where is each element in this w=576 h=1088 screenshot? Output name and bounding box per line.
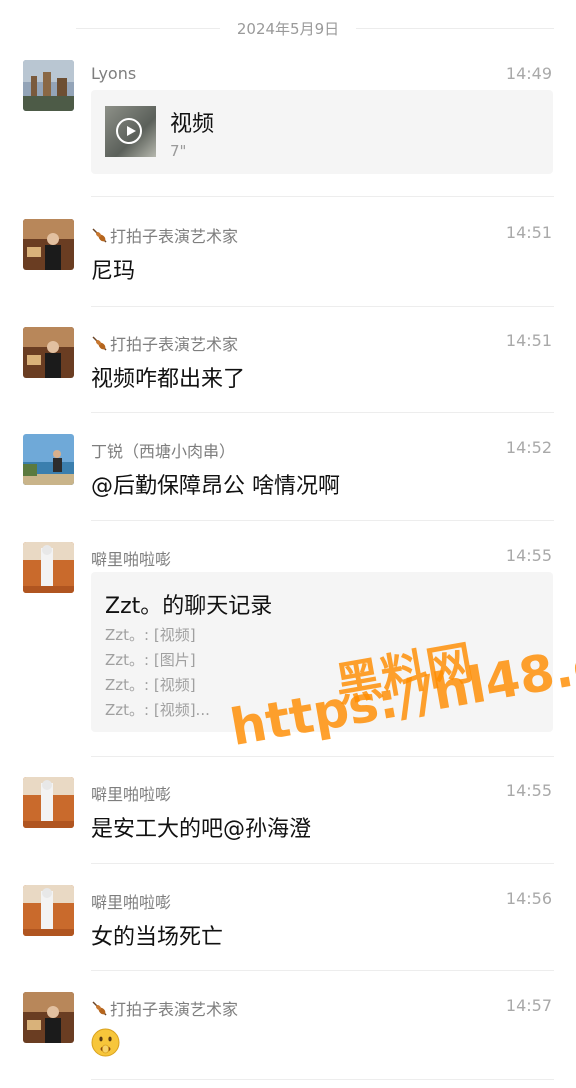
video-thumbnail [105, 106, 156, 157]
play-icon [116, 118, 142, 144]
date-separator-text: 2024年5月9日 [236, 20, 340, 38]
message-divider [91, 306, 554, 307]
chat-record-line: Zzt。: [图片] [105, 651, 196, 669]
avatar-image-conductor [23, 219, 74, 270]
avatar-image-beach [23, 434, 74, 485]
video-duration: 7" [170, 142, 187, 160]
avatar-image-fencer [23, 777, 74, 828]
avatar[interactable] [23, 327, 74, 378]
avatar-image-lyons [23, 60, 74, 111]
message-divider [91, 196, 554, 197]
avatar-image-fencer [23, 542, 74, 593]
sender-name: Lyons [91, 64, 137, 83]
avatar[interactable] [23, 992, 74, 1043]
sender-name: 打拍子表演艺术家 [91, 331, 238, 355]
message-text: 女的当场死亡 [91, 925, 224, 950]
avatar[interactable] [23, 219, 74, 270]
message-time: 14:55 [505, 546, 552, 565]
message-time: 14:52 [505, 438, 552, 457]
message-divider [91, 970, 554, 971]
message-time: 14:49 [505, 64, 552, 83]
message-divider [91, 412, 554, 413]
avatar-image-conductor [23, 992, 74, 1043]
message-text: @后勤保障昂公 啥情况啊 [91, 474, 340, 499]
message-time: 14:55 [505, 781, 552, 800]
date-separator-line-right [356, 28, 554, 29]
message-divider [91, 863, 554, 864]
avatar[interactable] [23, 542, 74, 593]
avatar[interactable] [23, 434, 74, 485]
avatar[interactable] [23, 60, 74, 111]
video-message-card[interactable]: 视频 7" [91, 90, 553, 174]
date-separator: 2024年5月9日 [0, 14, 576, 42]
message-time: 14:56 [505, 889, 552, 908]
sender-name: 打拍子表演艺术家 [91, 996, 238, 1020]
avatar-image-conductor [23, 327, 74, 378]
sender-name: 噼里啪啦嘭 [91, 785, 172, 804]
shushing-face-emoji [91, 1028, 120, 1057]
avatar-image-fencer [23, 885, 74, 936]
message-time: 14:57 [505, 996, 552, 1015]
message-divider [91, 1079, 554, 1080]
violin-icon [92, 336, 107, 351]
message-divider [91, 520, 554, 521]
message-text: 视频咋都出来了 [91, 367, 246, 392]
sender-name: 噼里啪啦嘭 [91, 550, 172, 569]
sender-name: 丁锐（西塘小肉串） [91, 442, 236, 461]
violin-icon [92, 228, 107, 243]
sender-name-text: 打拍子表演艺术家 [110, 335, 239, 354]
message-time: 14:51 [505, 331, 552, 350]
message-text: 是安工大的吧@孙海澄 [91, 817, 312, 842]
chat-record-title: Zzt。的聊天记录 [105, 594, 273, 619]
sender-name-text: 打拍子表演艺术家 [110, 1000, 239, 1019]
chat-record-line: Zzt。: [视频] [105, 676, 196, 694]
message-text: 尼玛 [91, 259, 136, 284]
chat-record-line: Zzt。: [视频] [105, 626, 196, 644]
message-divider [91, 756, 554, 757]
violin-icon [92, 1001, 107, 1016]
sender-name: 打拍子表演艺术家 [91, 223, 238, 247]
sender-name-text: 打拍子表演艺术家 [110, 227, 239, 246]
message-time: 14:51 [505, 223, 552, 242]
avatar[interactable] [23, 777, 74, 828]
video-title: 视频 [170, 112, 215, 137]
sender-name: 噼里啪啦嘭 [91, 893, 172, 912]
avatar[interactable] [23, 885, 74, 936]
date-separator-line-left [76, 28, 220, 29]
chat-record-line: Zzt。: [视频]... [105, 701, 210, 719]
